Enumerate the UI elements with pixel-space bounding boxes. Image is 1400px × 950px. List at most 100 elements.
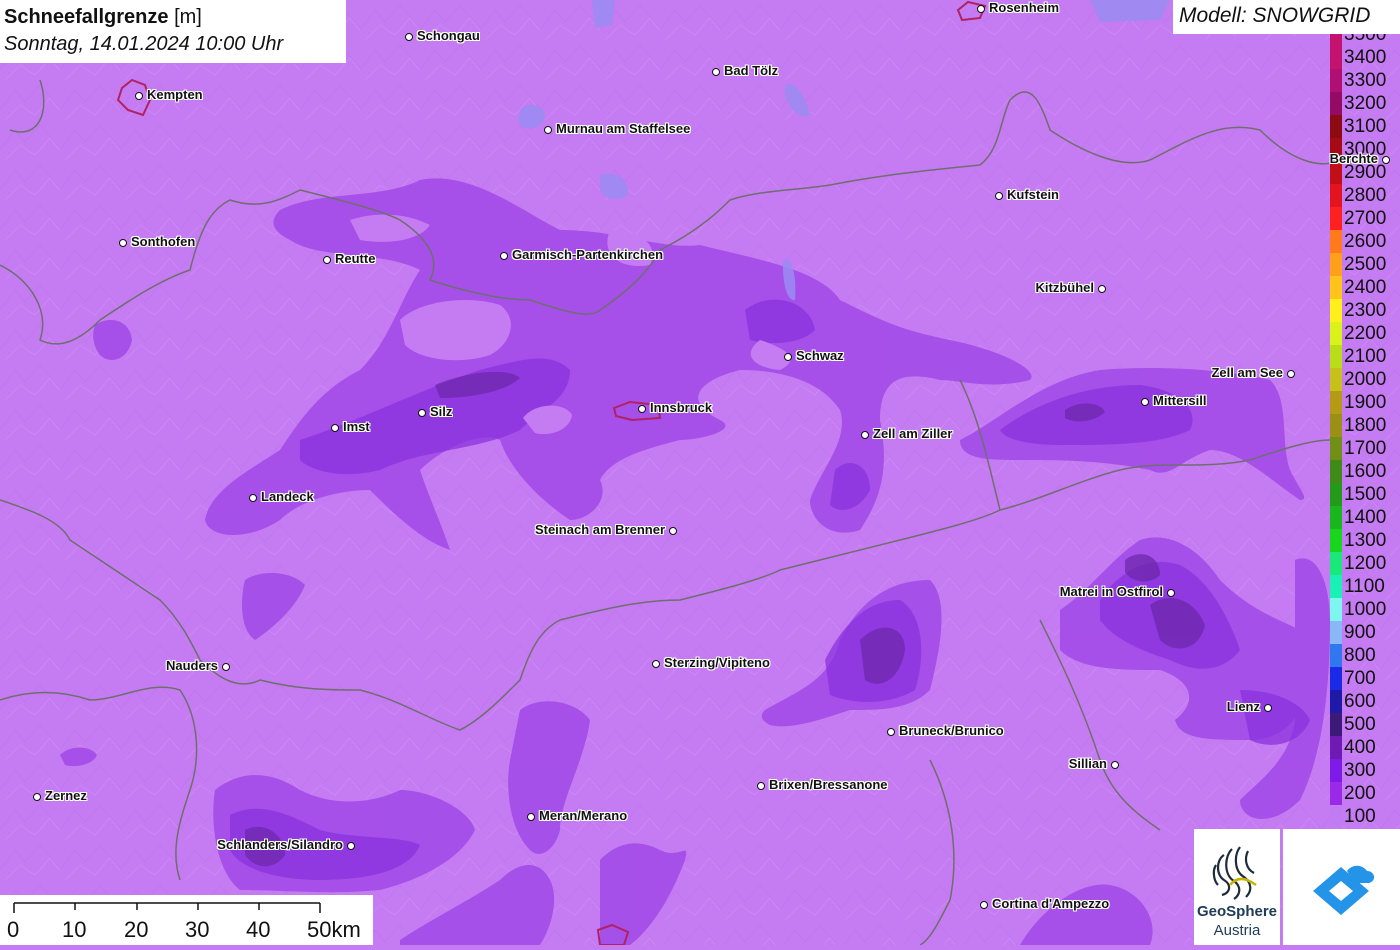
map-title-unit: [m] [174,6,202,28]
legend-swatch [1330,575,1342,598]
legend-label: 2200 [1344,323,1387,344]
city-marker[interactable] [1382,156,1390,164]
legend-label: 3400 [1344,47,1387,68]
city-marker[interactable] [527,813,535,821]
city-marker[interactable] [887,728,895,736]
geosphere-logo-line1: GeoSphere [1196,903,1278,920]
legend-entry: 2600 [1328,230,1400,253]
city-label: Murnau am Staffelsee [556,121,691,136]
legend-label: 3200 [1344,93,1387,114]
city-marker[interactable] [995,192,1003,200]
legend-swatch [1330,529,1342,552]
legend-label: 1900 [1344,392,1387,413]
legend-label: 900 [1344,622,1376,643]
legend-entry: 700 [1328,667,1400,690]
city-marker[interactable] [1287,370,1295,378]
legend-label: 1800 [1344,415,1387,436]
city-marker[interactable] [757,782,765,790]
legend-swatch [1330,207,1342,230]
city-label: Innsbruck [650,400,713,415]
legend-label: 1200 [1344,553,1387,574]
legend-label: 3500 [1344,34,1387,45]
city-marker[interactable] [119,239,127,247]
legend-swatch [1330,115,1342,138]
city-marker[interactable] [323,256,331,264]
city-label: Berchte [1329,151,1378,166]
city-marker[interactable] [500,252,508,260]
legend-label: 300 [1344,760,1376,781]
city-marker[interactable] [980,901,988,909]
city-marker[interactable] [638,405,646,413]
legend-swatch [1330,598,1342,621]
legend-label: 500 [1344,714,1376,735]
legend-entry: 900 [1328,621,1400,644]
city-marker[interactable] [1098,285,1106,293]
city-label: Sonthofen [131,234,196,249]
legend-entry: 2100 [1328,345,1400,368]
city-marker[interactable] [331,424,339,432]
legend-swatch [1330,34,1342,46]
legend-label: 600 [1344,691,1376,712]
city-marker[interactable] [135,92,143,100]
legend-entry: 200 [1328,782,1400,805]
legend-label: 1100 [1344,576,1385,597]
legend-swatch [1330,322,1342,345]
city-marker[interactable] [669,527,677,535]
city-marker[interactable] [33,793,41,801]
scale-label-10: 10 [62,917,87,942]
city-label: Kitzbühel [1035,280,1095,295]
city-marker[interactable] [712,68,720,76]
city-marker[interactable] [977,5,985,13]
legend-entry: 1000 [1328,598,1400,621]
city-marker[interactable] [1264,704,1272,712]
legend-entry: 3100 [1328,115,1400,138]
legend-swatch [1330,299,1342,322]
legend-entry: 800 [1328,644,1400,667]
city-marker[interactable] [405,33,413,41]
legend-entry: 3300 [1328,69,1400,92]
city-marker[interactable] [544,126,552,134]
legend-entry: 2500 [1328,253,1400,276]
city-marker[interactable] [861,431,869,439]
legend-entry: 1600 [1328,460,1400,483]
legend-swatch [1330,483,1342,506]
legend-entry: 1300 [1328,529,1400,552]
city-marker[interactable] [1111,761,1119,769]
legend-entry: 3200 [1328,92,1400,115]
legend-label: 1600 [1344,461,1387,482]
legend-label: 800 [1344,645,1376,666]
city-marker[interactable] [784,353,792,361]
legend-entry: 1400 [1328,506,1400,529]
city-marker[interactable] [652,660,660,668]
city-label: Matrei in Ostfirol [1059,584,1163,599]
legend-label: 2500 [1344,254,1387,275]
legend-label: 1300 [1344,530,1387,551]
legend-label: 200 [1344,783,1376,804]
city-marker[interactable] [1167,589,1175,597]
city-marker[interactable] [222,663,230,671]
legend-entry: 3500 [1328,34,1400,46]
legend-label: 2600 [1344,231,1387,252]
geosphere-logo[interactable]: GeoSphere Austria [1194,829,1280,945]
legend-entry: 500 [1328,713,1400,736]
legend-entry: 1900 [1328,391,1400,414]
legend-label: 2100 [1344,346,1387,367]
city-marker[interactable] [347,842,355,850]
legend-swatch [1330,92,1342,115]
legend-entry: 2800 [1328,184,1400,207]
legend-label: 2400 [1344,277,1387,298]
legend-swatch [1330,644,1342,667]
legend-label: 1400 [1344,507,1387,528]
city-label: Schongau [417,28,480,43]
city-label: Cortina d'Ampezzo [992,896,1110,911]
city-label: Zell am Ziller [873,426,953,441]
city-marker[interactable] [249,494,257,502]
city-marker[interactable] [1141,398,1149,406]
legend-swatch [1330,345,1342,368]
legend-swatch [1330,414,1342,437]
legend-label: 1700 [1344,438,1387,459]
snowfall-line-map[interactable] [0,0,1400,945]
city-marker[interactable] [418,409,426,417]
weather-app-logo[interactable] [1283,829,1400,945]
legend-swatch [1330,391,1342,414]
